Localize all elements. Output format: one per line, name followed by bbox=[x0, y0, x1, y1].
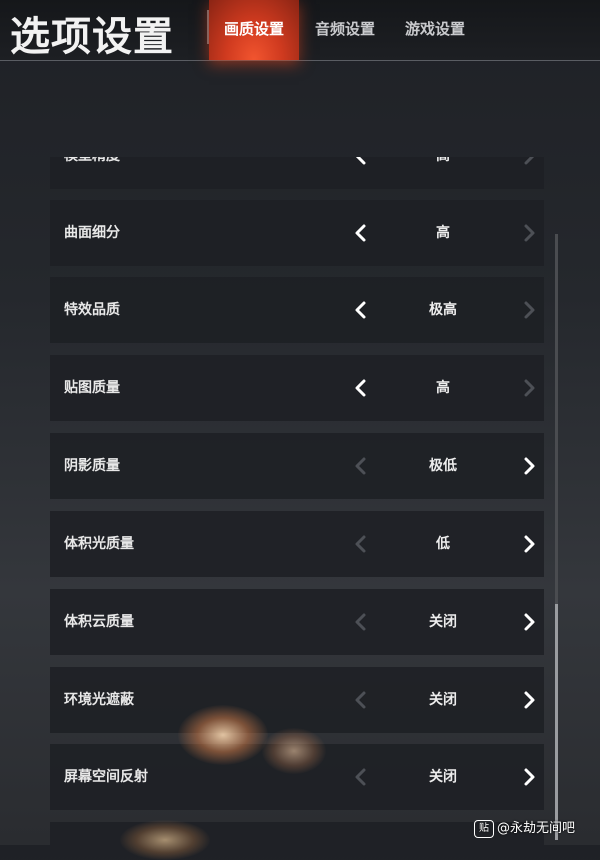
setting-label: 环境光遮蔽 bbox=[64, 692, 134, 708]
tab-game-settings[interactable]: 游戏设置 bbox=[396, 0, 474, 60]
setting-value: 极低 bbox=[429, 458, 457, 474]
chevron-left-icon[interactable] bbox=[349, 765, 373, 789]
setting-row[interactable]: 阴影质量 极低 bbox=[50, 433, 544, 499]
chevron-left-icon[interactable] bbox=[349, 221, 373, 245]
chevron-right-icon[interactable] bbox=[517, 221, 541, 245]
chevron-left-icon[interactable] bbox=[349, 532, 373, 556]
chevron-left-icon[interactable] bbox=[349, 157, 373, 168]
chevron-right-icon[interactable] bbox=[517, 610, 541, 634]
setting-row[interactable]: 曲面细分 高 bbox=[50, 200, 544, 266]
chevron-left-icon[interactable] bbox=[349, 610, 373, 634]
setting-row[interactable]: 屏幕空间反射 关闭 bbox=[50, 744, 544, 810]
chevron-left-icon[interactable] bbox=[349, 298, 373, 322]
chevron-right-icon[interactable] bbox=[517, 376, 541, 400]
chevron-right-icon[interactable] bbox=[517, 532, 541, 556]
setting-label: 阴影质量 bbox=[64, 458, 120, 474]
chevron-right-icon[interactable] bbox=[517, 454, 541, 478]
setting-value: 关闭 bbox=[429, 614, 457, 630]
tab-audio-settings[interactable]: 音频设置 bbox=[306, 0, 384, 60]
top-bar: 选项设置 画质设置 音频设置 游戏设置 bbox=[0, 0, 600, 61]
setting-value: 高 bbox=[436, 225, 450, 241]
setting-label: 屏幕空间反射 bbox=[64, 769, 148, 785]
tieba-logo-icon: 贴 bbox=[474, 819, 494, 838]
watermark-text: @永劫无间吧 bbox=[497, 821, 576, 836]
setting-row[interactable]: 体积云质量 关闭 bbox=[50, 589, 544, 655]
chevron-right-icon[interactable] bbox=[517, 298, 541, 322]
setting-label: 体积光质量 bbox=[64, 536, 134, 552]
setting-label: 曲面细分 bbox=[64, 225, 120, 241]
tab-graphics-settings[interactable]: 画质设置 bbox=[209, 0, 299, 60]
setting-row[interactable]: 体积光质量 低 bbox=[50, 511, 544, 577]
setting-value: 高 bbox=[393, 157, 493, 189]
chevron-right-icon[interactable] bbox=[517, 688, 541, 712]
chevron-right-icon[interactable] bbox=[517, 765, 541, 789]
setting-value: 低 bbox=[436, 536, 450, 552]
scrollbar-thumb[interactable] bbox=[555, 604, 558, 840]
chevron-left-icon[interactable] bbox=[349, 454, 373, 478]
chevron-left-icon[interactable] bbox=[349, 376, 373, 400]
setting-value: 关闭 bbox=[429, 692, 457, 708]
setting-value: 关闭 bbox=[429, 769, 457, 785]
setting-value: 极高 bbox=[429, 302, 457, 318]
setting-value: 高 bbox=[436, 380, 450, 396]
chevron-left-icon[interactable] bbox=[349, 688, 373, 712]
settings-list[interactable]: 模型精度高曲面细分高特效品质极高贴图质量高阴影质量极低体积光质量低体积云质量关闭… bbox=[0, 157, 600, 845]
watermark: 贴 @永劫无间吧 bbox=[474, 818, 575, 840]
setting-row[interactable]: 特效品质 极高 bbox=[50, 277, 544, 343]
setting-row[interactable] bbox=[50, 822, 544, 845]
setting-label: 模型精度 bbox=[64, 157, 120, 189]
page-title: 选项设置 bbox=[10, 14, 174, 60]
setting-label: 体积云质量 bbox=[64, 614, 134, 630]
setting-row[interactable]: 模型精度 高 bbox=[50, 157, 544, 189]
setting-label: 特效品质 bbox=[64, 302, 120, 318]
setting-label: 贴图质量 bbox=[64, 380, 120, 396]
setting-row[interactable]: 环境光遮蔽 关闭 bbox=[50, 667, 544, 733]
setting-row[interactable]: 贴图质量 高 bbox=[50, 355, 544, 421]
chevron-right-icon[interactable] bbox=[517, 157, 541, 168]
